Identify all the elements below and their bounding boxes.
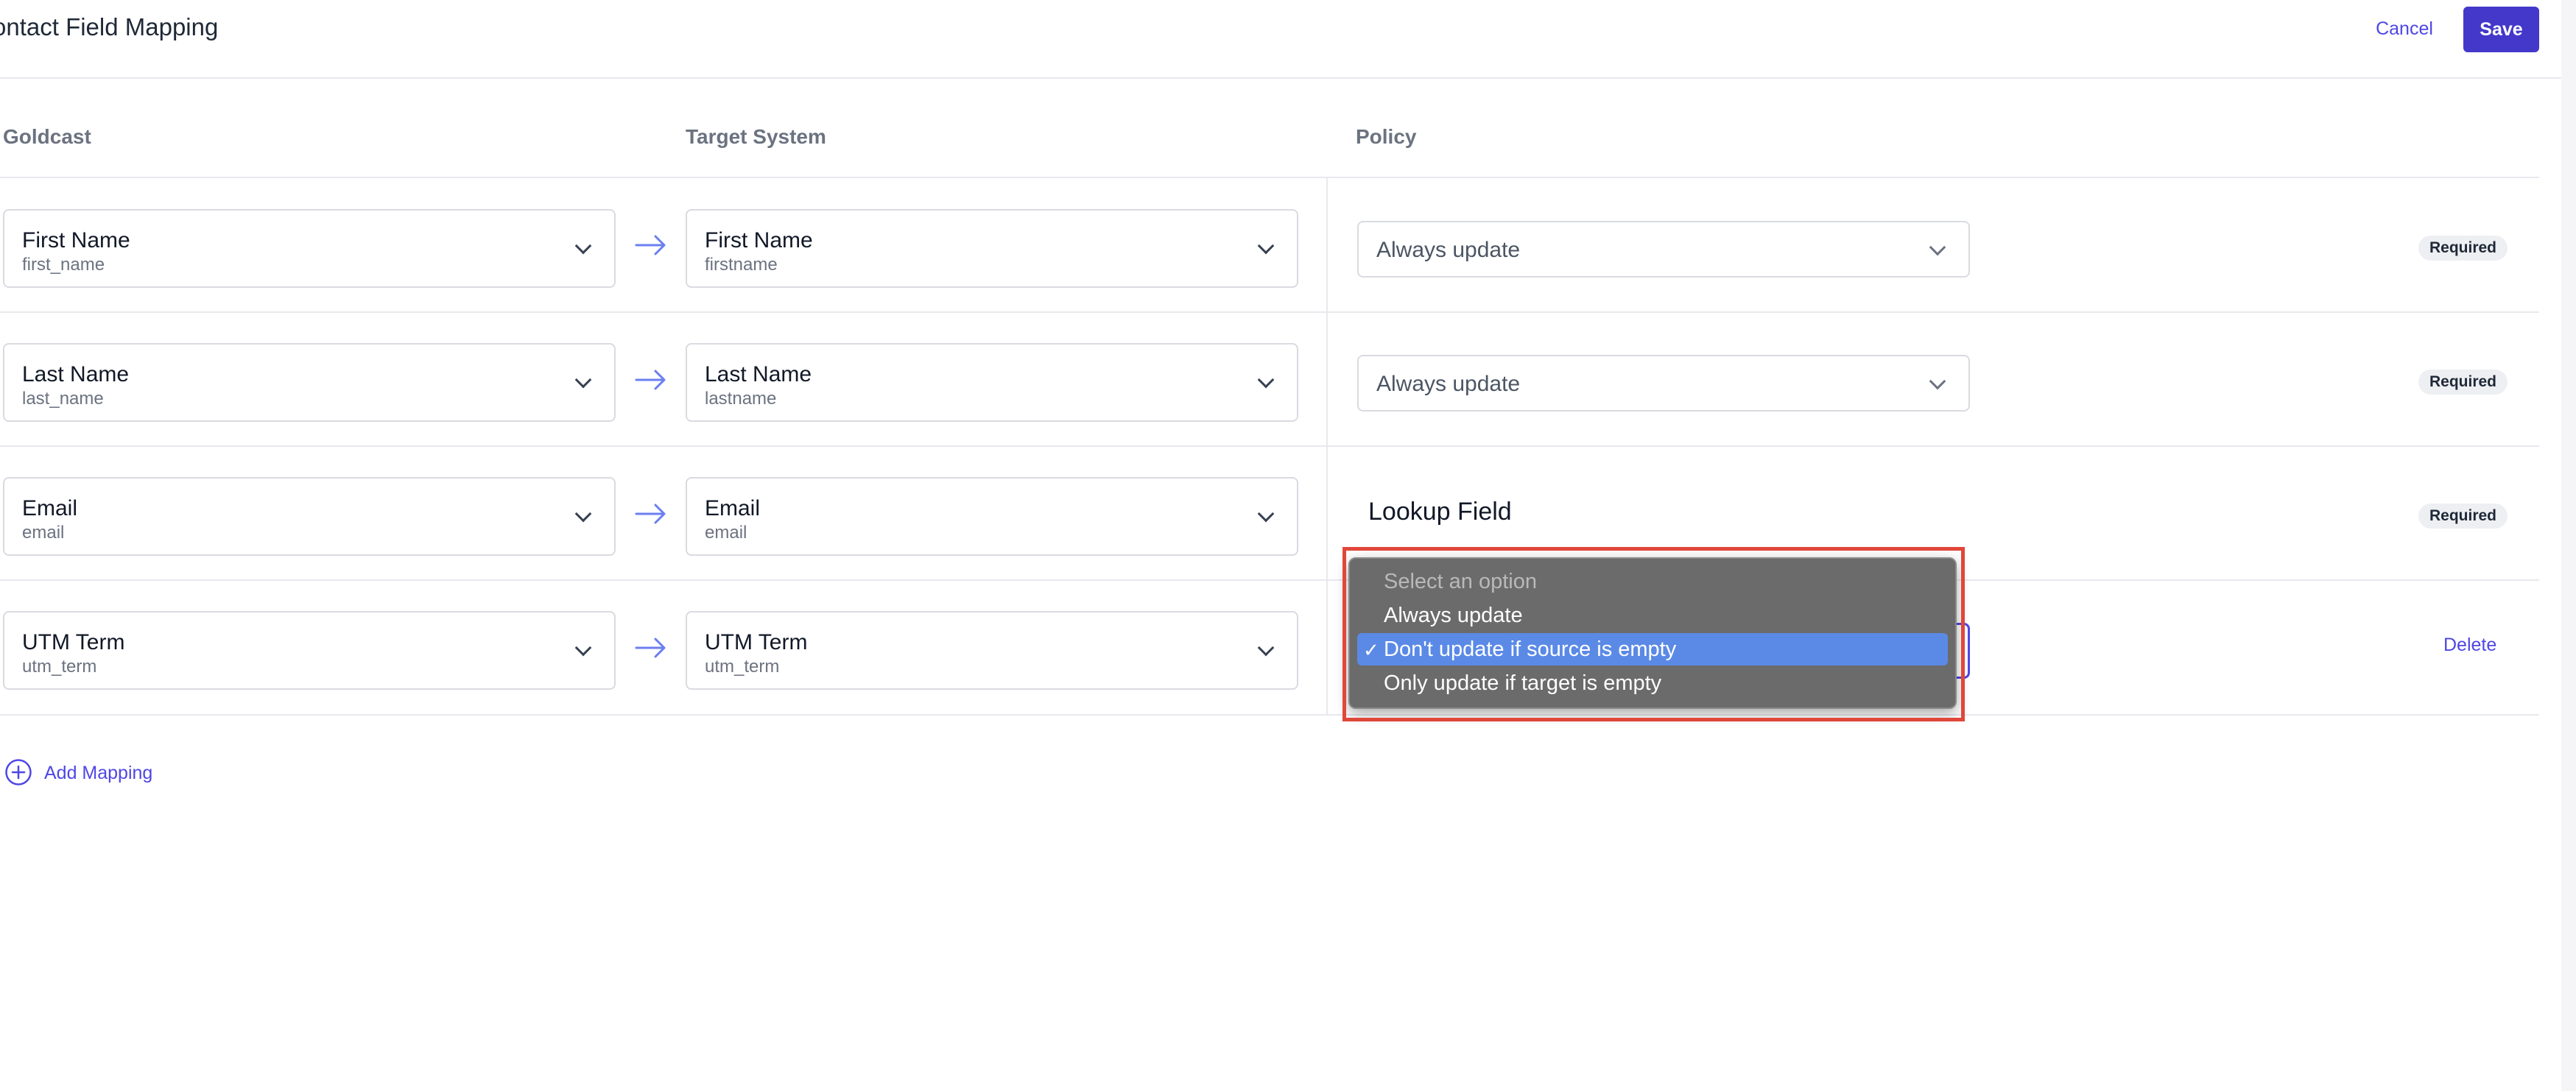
column-header-source: Goldcast [3,125,91,148]
policy-value: Always update [1376,238,1521,262]
source-field-select[interactable]: UTM Term utm_term [3,611,616,690]
header-divider [0,77,2561,79]
row-divider [0,579,2539,581]
target-field-key: utm_term [705,657,780,677]
source-field-key: email [22,523,65,543]
arrow-right-icon [635,504,666,524]
required-badge: Required [2418,236,2508,261]
arrow-right-icon [635,370,666,390]
chevron-down-icon [1257,371,1275,389]
plus-circle-icon[interactable] [4,758,32,786]
target-field-label: Email [705,496,761,520]
source-field-select[interactable]: Email email [3,477,616,556]
row-divider [0,177,2539,178]
required-badge: Required [2418,504,2508,529]
column-divider [1326,178,1328,716]
chevron-down-icon [574,505,592,523]
scrollbar-track[interactable] [2561,0,2576,1091]
cancel-button[interactable]: Cancel [2357,7,2452,50]
row-divider [0,311,2539,313]
target-field-key: firstname [705,255,778,275]
source-field-select[interactable]: First Name first_name [3,209,616,288]
lookup-field-label: Lookup Field [1368,498,1512,526]
source-field-label: UTM Term [22,630,125,654]
chevron-down-icon [574,639,592,657]
add-mapping-button[interactable]: Add Mapping [44,763,152,784]
arrow-right-icon [635,235,666,255]
target-field-select[interactable]: First Name firstname [686,209,1298,288]
target-field-key: email [705,523,747,543]
column-header-target: Target System [686,125,826,148]
target-field-select[interactable]: Email email [686,477,1298,556]
source-field-key: utm_term [22,657,97,677]
required-badge: Required [2418,370,2508,395]
delete-mapping-button[interactable]: Delete [2443,635,2496,656]
policy-value: Always update [1376,372,1521,396]
column-header-policy: Policy [1356,125,1417,148]
chevron-down-icon [1929,239,1946,256]
save-button[interactable]: Save [2463,7,2539,52]
policy-select[interactable]: Always update [1357,355,1970,412]
target-field-select[interactable]: UTM Term utm_term [686,611,1298,690]
target-field-label: First Name [705,228,813,253]
page-title: ontact Field Mapping [0,13,219,40]
source-field-select[interactable]: Last Name last_name [3,343,616,422]
highlight-annotation [1342,547,1965,721]
source-field-label: Email [22,496,78,520]
arrow-right-icon [635,638,666,658]
chevron-down-icon [574,371,592,389]
target-field-label: Last Name [705,362,812,386]
target-field-label: UTM Term [705,630,808,654]
policy-select[interactable]: Always update [1357,221,1970,278]
source-field-label: First Name [22,228,130,253]
chevron-down-icon [1257,505,1275,523]
row-divider [0,714,2539,716]
target-field-select[interactable]: Last Name lastname [686,343,1298,422]
source-field-label: Last Name [22,362,130,386]
target-field-key: lastname [705,389,777,409]
chevron-down-icon [1929,373,1946,390]
chevron-down-icon [1257,639,1275,657]
source-field-key: last_name [22,389,104,409]
chevron-down-icon [574,237,592,255]
row-divider [0,445,2539,447]
source-field-key: first_name [22,255,105,275]
chevron-down-icon [1257,237,1275,255]
